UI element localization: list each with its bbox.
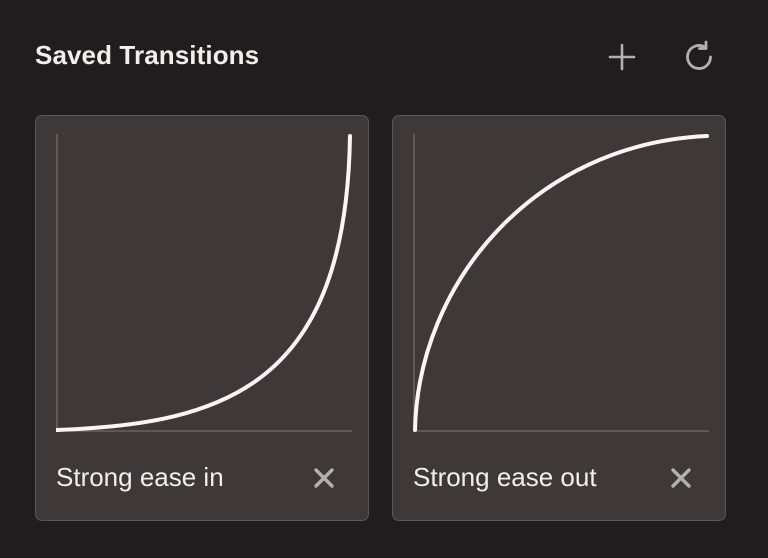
- refresh-button[interactable]: [679, 37, 719, 77]
- ease-out-curve-graph: [413, 134, 709, 432]
- add-transition-button[interactable]: [602, 37, 642, 77]
- ease-in-curve-graph: [56, 134, 352, 432]
- panel-title: Saved Transitions: [35, 40, 260, 70]
- transition-card-ease-in[interactable]: Strong ease in: [35, 115, 369, 521]
- transition-label: Strong ease out: [413, 462, 597, 492]
- delete-transition-button[interactable]: [310, 464, 338, 492]
- saved-transitions-panel: Saved Transitions Strong ease in Strong …: [0, 0, 768, 558]
- ease-out-curve: [413, 134, 709, 432]
- delete-transition-button[interactable]: [667, 464, 695, 492]
- transition-card-ease-out[interactable]: Strong ease out: [392, 115, 726, 521]
- close-icon: [314, 468, 334, 488]
- transition-label: Strong ease in: [56, 462, 224, 492]
- ease-in-curve: [56, 134, 352, 432]
- refresh-icon: [686, 40, 712, 70]
- close-icon: [671, 468, 691, 488]
- plus-icon: [608, 43, 636, 71]
